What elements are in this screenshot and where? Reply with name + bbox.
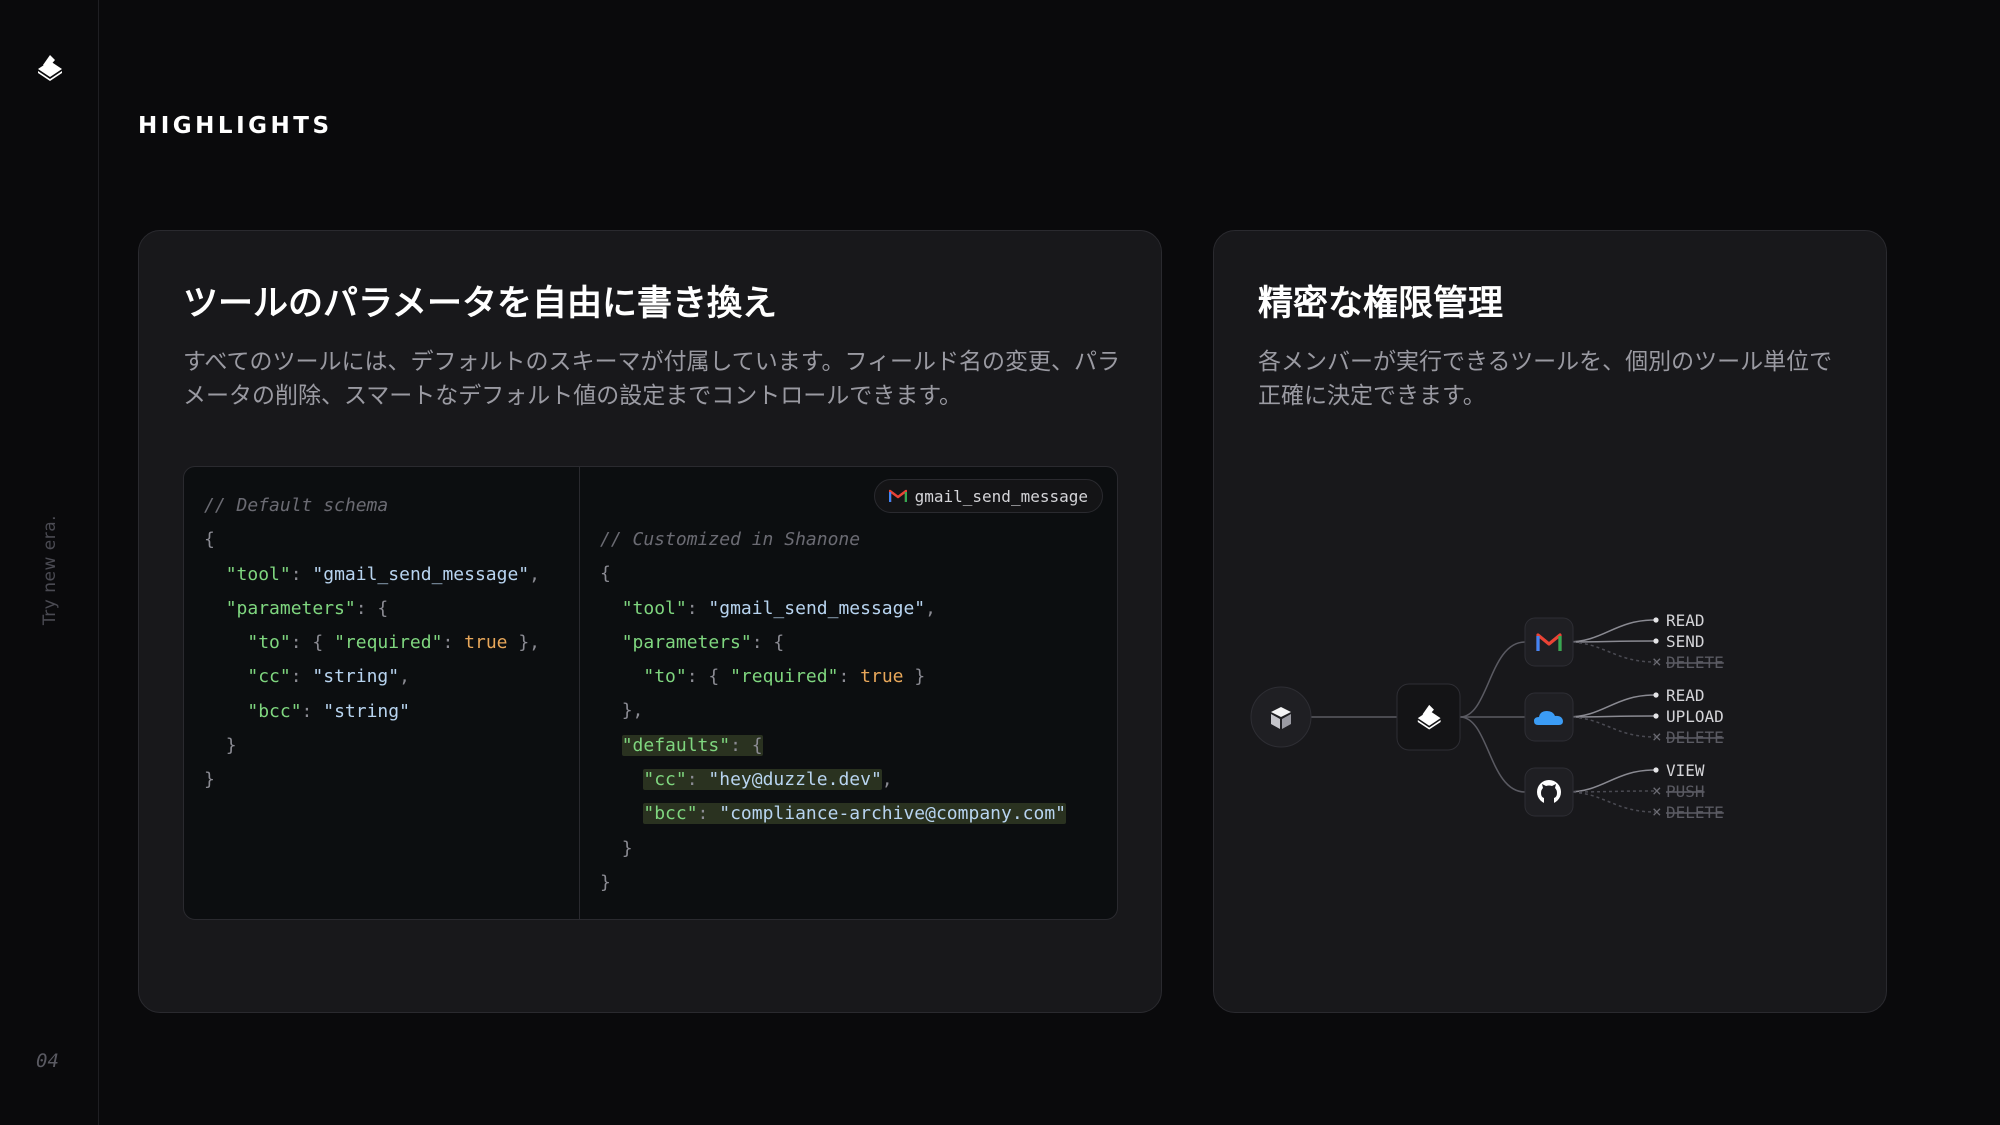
permission-label: VIEW [1666,761,1705,780]
github-node[interactable] [1524,767,1574,817]
allowed-dot [1653,713,1659,719]
code-comparison: // Default schema { "tool": "gmail_send_… [183,466,1118,920]
permission-label: READ [1666,686,1705,705]
custom-schema-code: // Customized in Shanone { "tool": "gmai… [600,529,1067,893]
schema-card: ツールのパラメータを自由に書き換え すべてのツールには、デフォルトのスキーマが付… [138,230,1162,1013]
tagline: Try new era. [40,514,60,626]
permission-label: DELETE [1666,728,1724,747]
allowed-dot [1653,767,1659,773]
permission-label: UPLOAD [1666,707,1724,726]
allowed-dot [1653,617,1659,623]
denied-icon: × [1652,652,1662,671]
denied-icon: × [1652,727,1662,746]
allowed-dot [1653,638,1659,644]
permission-label: DELETE [1666,803,1724,822]
github-icon [1537,780,1561,804]
permission-label: SEND [1666,632,1705,651]
permission-diagram: READSEND× DELETEREADUPLOAD× DELETEVIEW× PUS… [1250,611,1724,822]
tool-badge[interactable]: gmail_send_message [873,479,1103,513]
code-comment: // Default schema [204,495,389,516]
source-node [1250,686,1312,748]
permissions-card: 精密な権限管理 各メンバーが実行できるツールを、個別のツール単位で正確に決定でき… [1213,230,1887,1013]
permission-label: PUSH [1666,782,1705,801]
denied-icon: × [1652,802,1662,821]
permission-label: READ [1666,611,1705,630]
tool-badge-label: gmail_send_message [914,486,1088,506]
permission-label: DELETE [1666,653,1724,672]
gmail-node[interactable] [1524,617,1574,667]
card-title: ツールのパラメータを自由に書き換え [183,284,777,324]
hub-node [1396,683,1461,751]
card-description: すべてのツールには、デフォルトのスキーマが付属しています。フィールド名の変更、パ… [183,349,1121,409]
cloud-node[interactable] [1524,692,1574,742]
code-comment: // Customized in Shanone [600,529,861,550]
sidebar: Try new era. 04 [0,0,99,1125]
gmail-icon [888,489,907,502]
custom-schema-pane: gmail_send_message // Customized in Shan… [580,467,1117,919]
logo-icon[interactable] [34,52,66,82]
allowed-dot [1653,692,1659,698]
default-schema-code: // Default schema { "tool": "gmail_send_… [204,495,541,791]
section-label: HIGHLIGHTS [138,113,333,139]
default-schema-pane: // Default schema { "tool": "gmail_send_… [184,467,580,919]
page-number: 04 [36,1050,59,1072]
denied-icon: × [1652,781,1662,800]
